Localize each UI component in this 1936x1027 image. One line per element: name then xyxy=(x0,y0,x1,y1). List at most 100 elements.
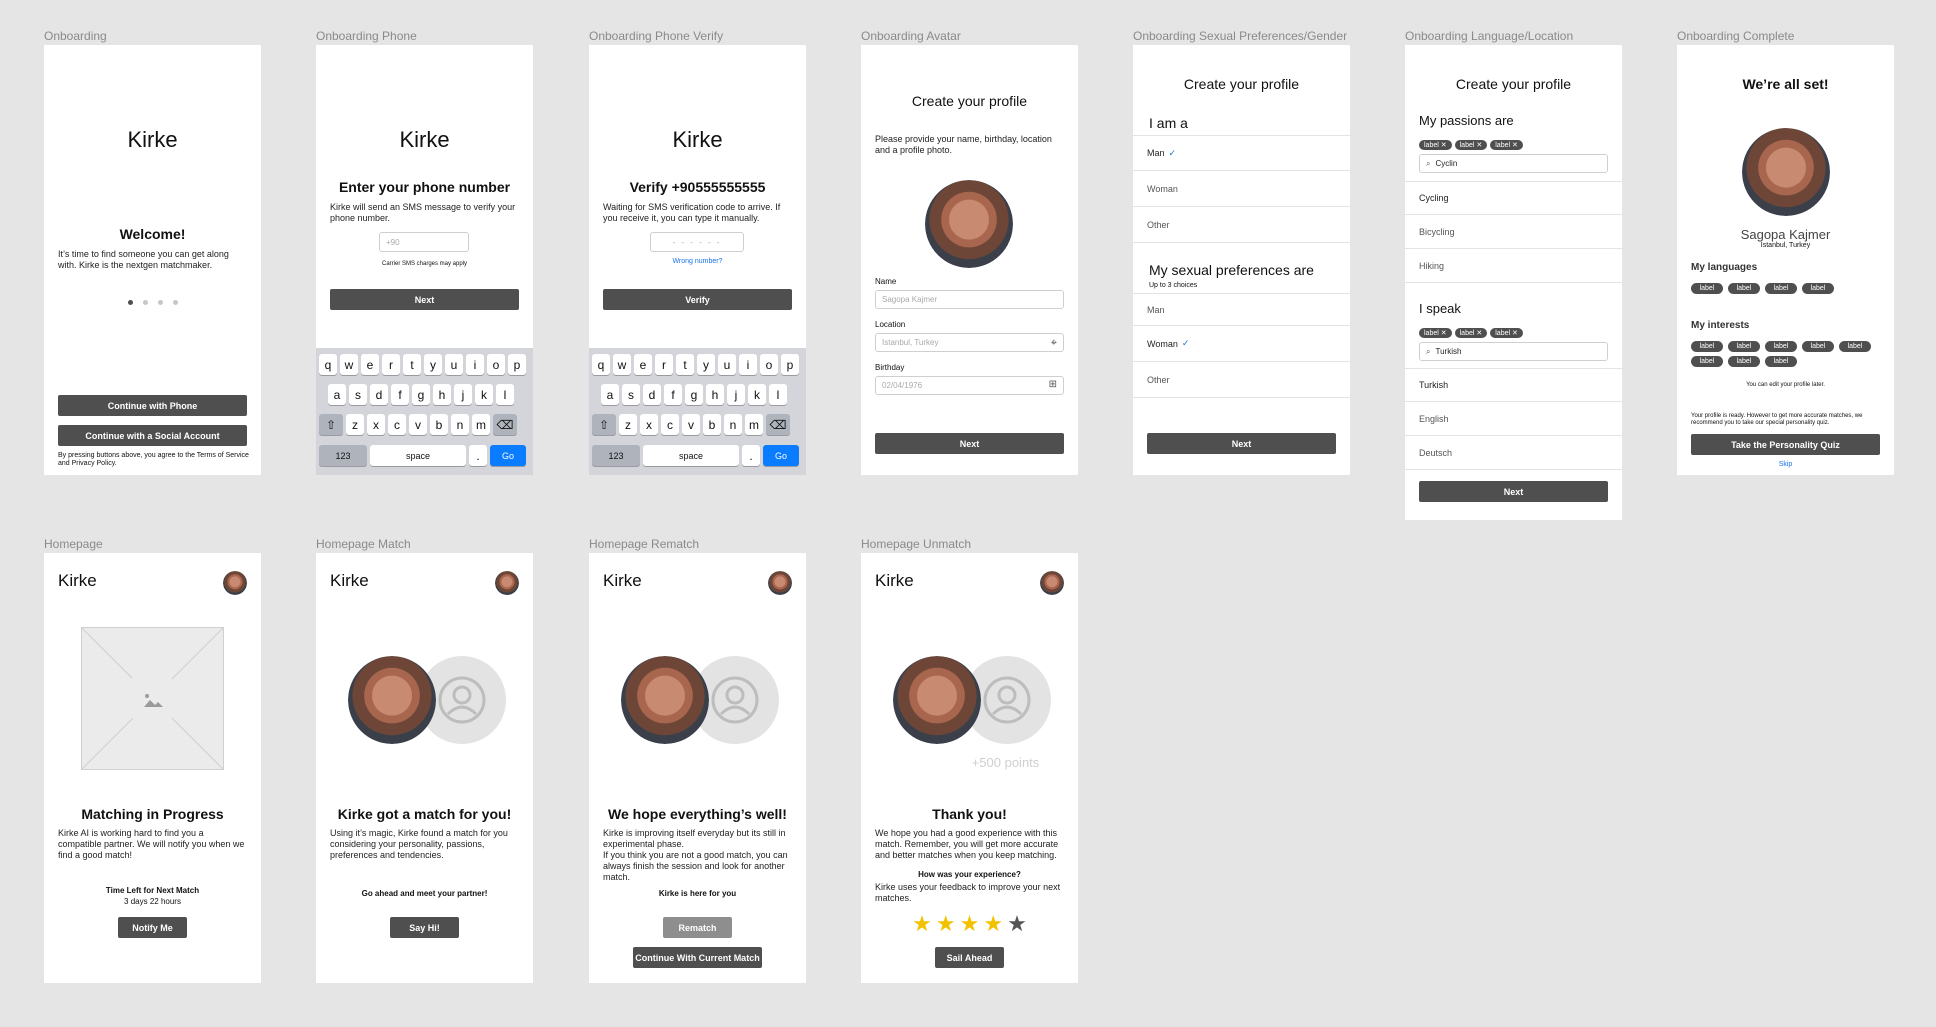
pager-dot[interactable] xyxy=(142,300,148,305)
key-y[interactable]: y xyxy=(697,354,715,375)
passion-chip[interactable]: label ✕ xyxy=(1454,140,1488,150)
period-key[interactable]: . xyxy=(742,445,760,466)
space-key[interactable]: space xyxy=(643,445,739,466)
key-d[interactable]: d xyxy=(370,384,388,405)
key-y[interactable]: y xyxy=(424,354,442,375)
key-r[interactable]: r xyxy=(655,354,673,375)
next-button[interactable]: Next xyxy=(875,433,1064,454)
key-t[interactable]: t xyxy=(403,354,421,375)
key-q[interactable]: q xyxy=(319,354,337,375)
shift-key[interactable]: ⇧ xyxy=(592,414,616,435)
notify-me-button[interactable]: Notify Me xyxy=(118,917,187,938)
key-u[interactable]: u xyxy=(445,354,463,375)
iam-option-woman[interactable]: Woman xyxy=(1133,171,1350,207)
key-m[interactable]: m xyxy=(472,414,490,435)
key-l[interactable]: l xyxy=(769,384,787,405)
gift-icon[interactable]: ⊞ xyxy=(1049,379,1057,390)
code-input[interactable]: - - - - - - xyxy=(650,232,744,252)
say-hi-button[interactable]: Say Hi! xyxy=(390,917,459,938)
verify-button[interactable]: Verify xyxy=(603,289,792,310)
key-a[interactable]: a xyxy=(328,384,346,405)
language-chip[interactable]: label ✕ xyxy=(1454,328,1488,338)
key-w[interactable]: w xyxy=(340,354,358,375)
sail-ahead-button[interactable]: Sail Ahead xyxy=(935,947,1004,968)
key-j[interactable]: j xyxy=(454,384,472,405)
close-icon[interactable]: ✕ xyxy=(1476,330,1482,337)
key-s[interactable]: s xyxy=(349,384,367,405)
language-search-input[interactable]: ⌕ Turkish xyxy=(1419,342,1608,361)
continue-social-button[interactable]: Continue with a Social Account xyxy=(58,425,247,446)
key-z[interactable]: z xyxy=(346,414,364,435)
iam-option-other[interactable]: Other xyxy=(1133,207,1350,243)
user-avatar[interactable] xyxy=(768,571,792,595)
shift-key[interactable]: ⇧ xyxy=(319,414,343,435)
key-f[interactable]: f xyxy=(391,384,409,405)
locate-icon[interactable]: ⌖ xyxy=(1051,337,1057,350)
key-h[interactable]: h xyxy=(706,384,724,405)
language-result[interactable]: English xyxy=(1405,402,1622,436)
next-button[interactable]: Next xyxy=(1147,433,1336,454)
language-result[interactable]: Turkish xyxy=(1405,368,1622,402)
language-result[interactable]: Deutsch xyxy=(1405,436,1622,470)
next-button[interactable]: Next xyxy=(330,289,519,310)
pref-option-other[interactable]: Other xyxy=(1133,362,1350,398)
key-t[interactable]: t xyxy=(676,354,694,375)
key-o[interactable]: o xyxy=(487,354,505,375)
space-key[interactable]: space xyxy=(370,445,466,466)
skip-link[interactable]: Skip xyxy=(1677,461,1894,468)
numbers-key[interactable]: 123 xyxy=(319,445,367,466)
key-d[interactable]: d xyxy=(643,384,661,405)
key-b[interactable]: b xyxy=(430,414,448,435)
pager-dot[interactable] xyxy=(127,300,133,305)
key-g[interactable]: g xyxy=(412,384,430,405)
birthday-field[interactable]: 02/04/1976 ⊞ xyxy=(875,376,1064,395)
pref-option-man[interactable]: Man xyxy=(1133,293,1350,326)
key-c[interactable]: c xyxy=(388,414,406,435)
key-g[interactable]: g xyxy=(685,384,703,405)
pref-option-woman[interactable]: Woman ✓ xyxy=(1133,326,1350,362)
key-c[interactable]: c xyxy=(661,414,679,435)
numbers-key[interactable]: 123 xyxy=(592,445,640,466)
close-icon[interactable]: ✕ xyxy=(1441,142,1447,149)
next-button[interactable]: Next xyxy=(1419,481,1608,502)
key-i[interactable]: i xyxy=(466,354,484,375)
key-n[interactable]: n xyxy=(451,414,469,435)
user-avatar[interactable] xyxy=(495,571,519,595)
key-v[interactable]: v xyxy=(682,414,700,435)
key-x[interactable]: x xyxy=(367,414,385,435)
backspace-key[interactable]: ⌫ xyxy=(493,414,517,435)
key-e[interactable]: e xyxy=(634,354,652,375)
take-quiz-button[interactable]: Take the Personality Quiz xyxy=(1691,434,1880,455)
passion-chip[interactable]: label ✕ xyxy=(1490,140,1523,150)
go-key[interactable]: Go xyxy=(763,445,799,466)
key-h[interactable]: h xyxy=(433,384,451,405)
name-field[interactable]: Sagopa Kajmer xyxy=(875,290,1064,309)
language-chip[interactable]: label ✕ xyxy=(1419,328,1452,338)
key-z[interactable]: z xyxy=(619,414,637,435)
pager-dot[interactable] xyxy=(157,300,163,305)
key-p[interactable]: p xyxy=(781,354,799,375)
star-icon[interactable]: ★ xyxy=(936,913,956,935)
close-icon[interactable]: ✕ xyxy=(1476,142,1482,149)
key-m[interactable]: m xyxy=(745,414,763,435)
iam-option-man[interactable]: Man ✓ xyxy=(1133,135,1350,171)
pager-dots[interactable] xyxy=(44,292,261,310)
rematch-button[interactable]: Rematch xyxy=(663,917,732,938)
key-v[interactable]: v xyxy=(409,414,427,435)
period-key[interactable]: . xyxy=(469,445,487,466)
key-o[interactable]: o xyxy=(760,354,778,375)
key-x[interactable]: x xyxy=(640,414,658,435)
key-q[interactable]: q xyxy=(592,354,610,375)
close-icon[interactable]: ✕ xyxy=(1441,330,1447,337)
user-avatar[interactable] xyxy=(1040,571,1064,595)
key-b[interactable]: b xyxy=(703,414,721,435)
phone-input[interactable]: +90 xyxy=(379,232,469,252)
key-i[interactable]: i xyxy=(739,354,757,375)
language-chip[interactable]: label ✕ xyxy=(1490,328,1523,338)
close-icon[interactable]: ✕ xyxy=(1512,330,1518,337)
key-k[interactable]: k xyxy=(475,384,493,405)
profile-photo[interactable] xyxy=(925,180,1013,268)
rating-stars[interactable]: ★ ★ ★ ★ ★ xyxy=(861,913,1078,935)
passion-result[interactable]: Bicycling xyxy=(1405,215,1622,249)
key-w[interactable]: w xyxy=(613,354,631,375)
